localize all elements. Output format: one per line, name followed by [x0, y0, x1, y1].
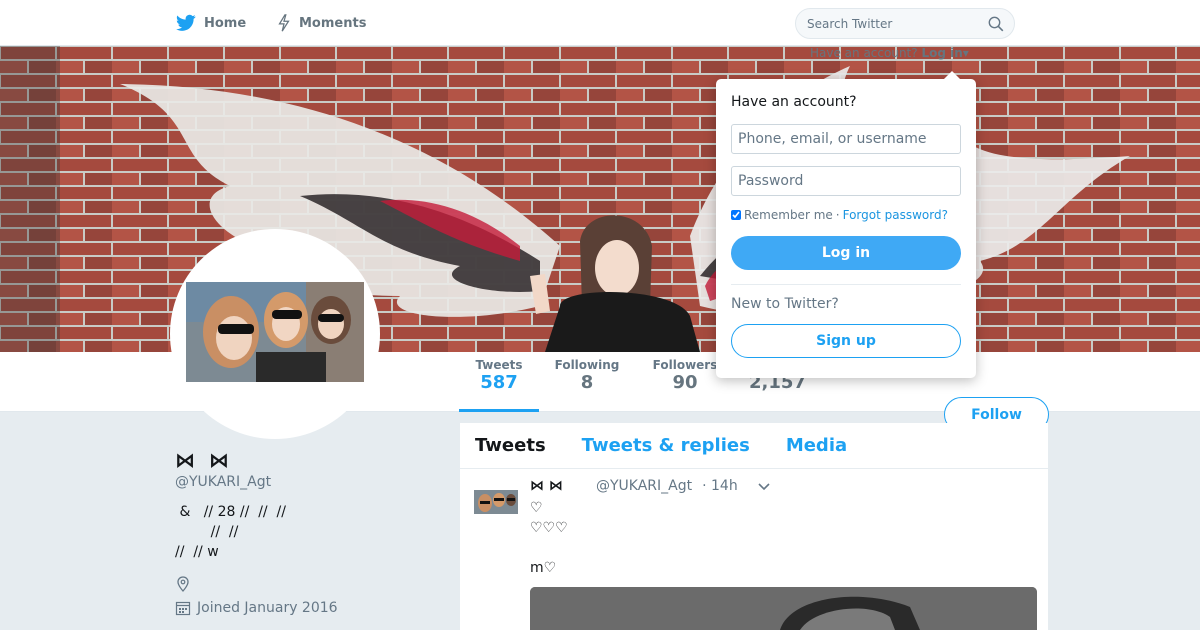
divider: [731, 284, 961, 285]
tweet-author-name[interactable]: ⋈ ⋈: [530, 478, 586, 494]
forgot-password-link[interactable]: Forgot password?: [843, 208, 948, 222]
avatar-photo: [186, 282, 364, 382]
tweet-text: ♡ ♡♡♡ m♡: [530, 500, 568, 576]
new-to-twitter-label: New to Twitter?: [731, 296, 839, 312]
timeline: Tweets Tweets & replies Media ⋈ ⋈ @YUKAR…: [460, 423, 1048, 630]
remember-checkbox[interactable]: [731, 210, 741, 220]
tweet-author-handle[interactable]: @YUKARI_Agt: [596, 478, 692, 494]
timeline-tabs: Tweets Tweets & replies Media: [460, 423, 1048, 469]
stat-tweets-value: 587: [480, 372, 518, 393]
top-navigation: Home Moments: [0, 0, 1200, 46]
tweet-timestamp[interactable]: · 14h: [702, 478, 738, 494]
stat-tweets-label: Tweets: [475, 358, 523, 372]
nav-home-label: Home: [204, 15, 247, 31]
tab-media[interactable]: Media: [786, 435, 847, 456]
password-input[interactable]: [731, 166, 961, 196]
login-title: Have an account?: [731, 94, 857, 110]
stat-following[interactable]: Following 8: [547, 358, 627, 412]
lightning-icon: [278, 14, 290, 32]
stat-following-value: 8: [580, 372, 594, 393]
remember-row: Remember me · Forgot password?: [731, 208, 948, 222]
tweet-menu[interactable]: [757, 478, 771, 497]
search-icon[interactable]: [988, 16, 1004, 32]
nav-moments[interactable]: Moments: [277, 0, 366, 46]
stat-following-label: Following: [554, 358, 620, 372]
login-dropdown: Have an account? Remember me · Forgot pa…: [716, 71, 976, 378]
tab-tweets[interactable]: Tweets: [475, 435, 546, 456]
profile-info: ⋈ ︎︎︎︎︎ ⋈ @YUKARI_Agt & // 28 // // // /…: [175, 448, 445, 616]
login-button[interactable]: Log in: [731, 236, 961, 270]
tweet-avatar[interactable]: [474, 490, 518, 514]
profile-location: [175, 574, 445, 594]
location-icon: [177, 576, 189, 592]
nav-home[interactable]: Home: [176, 0, 246, 46]
profile-name: ⋈ ︎︎︎︎︎ ⋈: [175, 448, 229, 472]
nav-moments-label: Moments: [299, 15, 367, 31]
login-dropdown-toggle[interactable]: Log in: [921, 46, 962, 60]
twitter-bird-icon: [176, 14, 196, 31]
tab-tweets-replies[interactable]: Tweets & replies: [582, 435, 750, 456]
search-input[interactable]: [796, 9, 976, 38]
profile-joined: Joined January 2016: [175, 600, 445, 616]
remember-separator: ·: [835, 208, 840, 222]
stat-tweets[interactable]: Tweets 587: [459, 358, 539, 412]
stat-followers[interactable]: Followers 90: [645, 358, 725, 412]
search-box: [795, 8, 1015, 39]
username-input[interactable]: [731, 124, 961, 154]
remember-label[interactable]: Remember me: [744, 208, 833, 222]
profile-handle[interactable]: @YUKARI_Agt: [175, 474, 445, 490]
calendar-icon: [175, 601, 191, 616]
account-prompt-text: Have an account?: [810, 46, 918, 60]
signup-button[interactable]: Sign up: [731, 324, 961, 358]
profile-bio: & // 28 // // // // // // // w: [175, 504, 286, 560]
chevron-down-icon[interactable]: [757, 479, 771, 493]
tweet-media[interactable]: [530, 587, 1037, 630]
tweet-header: ⋈ ⋈ @YUKARI_Agt · 14h: [530, 478, 738, 494]
profile-avatar[interactable]: [170, 229, 380, 439]
tweet[interactable]: ⋈ ⋈ @YUKARI_Agt · 14h ♡ ♡♡♡ m♡: [460, 470, 1048, 630]
joined-date: Joined January 2016: [197, 600, 338, 616]
stat-followers-label: Followers: [652, 358, 718, 372]
caret-down-icon[interactable]: ▾: [963, 46, 969, 60]
stat-followers-value: 90: [672, 372, 698, 393]
account-prompt: Have an account? Log in▾: [810, 46, 969, 60]
